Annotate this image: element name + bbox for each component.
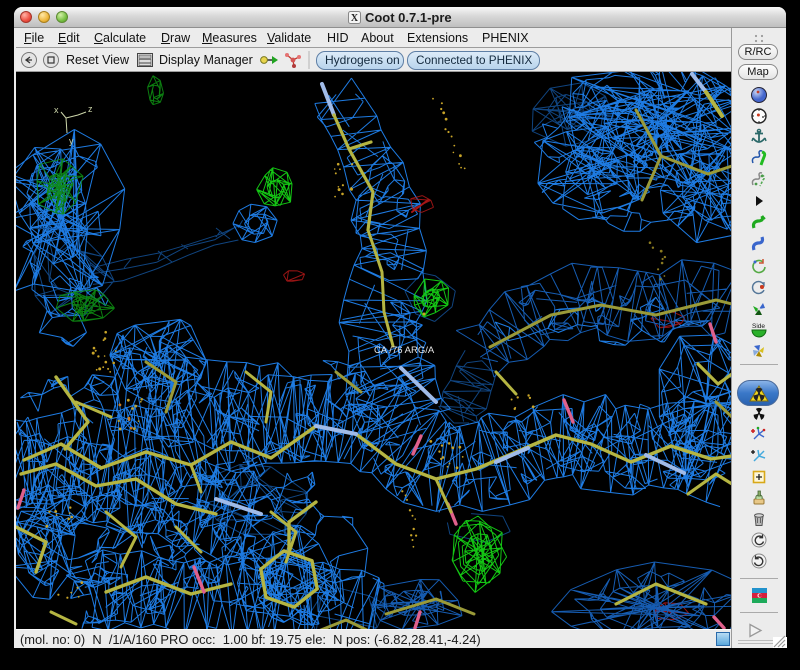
svg-text:y: y: [69, 136, 74, 146]
svg-text:Side: Side: [752, 323, 765, 330]
svg-text:X: X: [351, 13, 359, 24]
svg-text:z: z: [88, 104, 93, 114]
svg-text:x: x: [54, 105, 59, 115]
svg-text:CA /76 ARG/A: CA /76 ARG/A: [374, 345, 435, 356]
